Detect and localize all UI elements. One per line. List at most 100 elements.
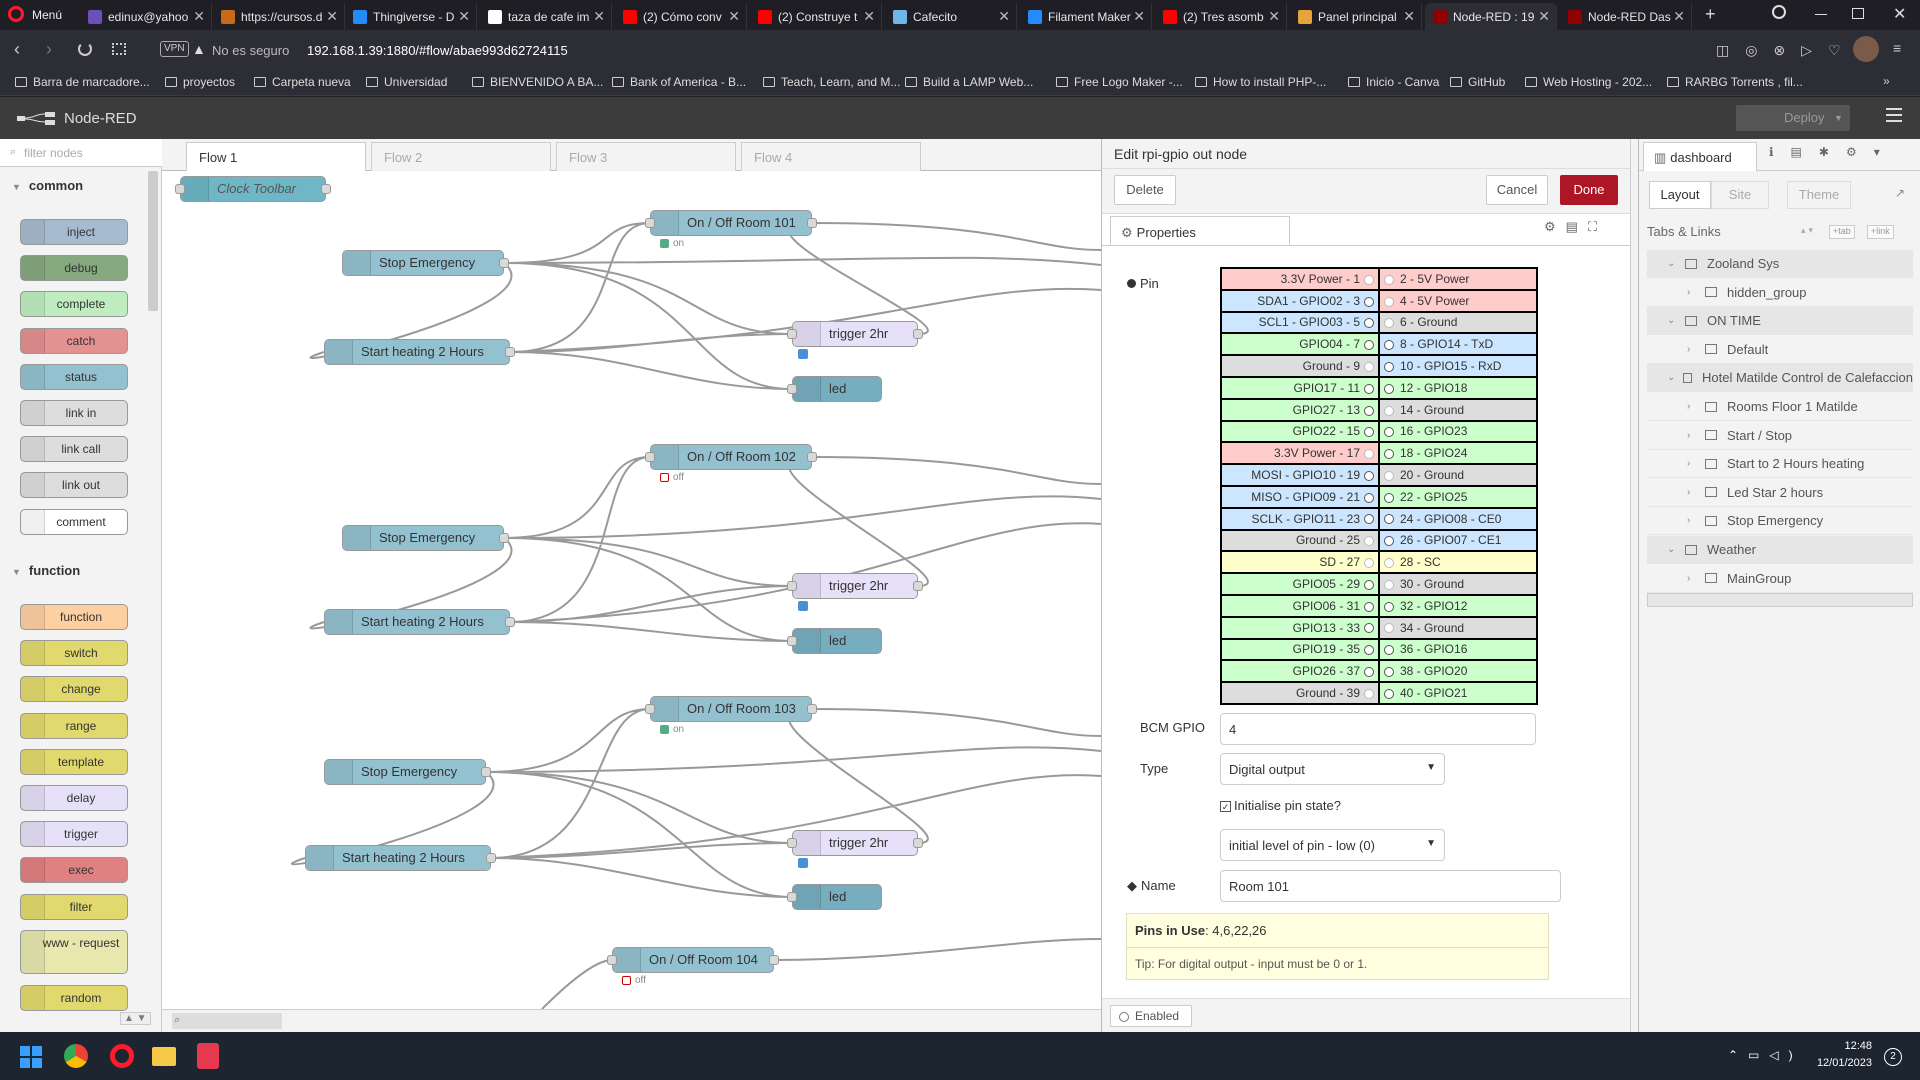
pin-radio-icon[interactable] — [1364, 318, 1374, 329]
url-field[interactable]: 192.168.1.39:1880/#flow/abae993d62724115 — [307, 43, 568, 58]
pin-cell-left[interactable]: GPIO05 - 29 — [1220, 572, 1380, 596]
browser-tab[interactable]: Cafecito ✕ — [885, 3, 1017, 30]
restore-icon[interactable] — [1852, 8, 1864, 19]
tab-close-icon[interactable]: ✕ — [1268, 8, 1280, 25]
addressbar-actions[interactable]: ◫◎⊗▷♡ — [1716, 42, 1857, 59]
palette-category-function[interactable]: ▼ function — [12, 563, 80, 578]
input-port[interactable] — [787, 329, 797, 339]
opera-taskbar-icon[interactable] — [110, 1044, 134, 1068]
start-heating-node[interactable]: Start heating 2 Hours — [324, 609, 515, 635]
pin-cell-left[interactable]: 3.3V Power - 17 — [1220, 441, 1380, 466]
chevron-icon[interactable]: › — [1687, 401, 1697, 412]
chevron-icon[interactable]: › — [1687, 458, 1697, 469]
chrome-taskbar-icon[interactable] — [64, 1044, 88, 1068]
palette-node-link-in[interactable]: link in — [20, 400, 128, 426]
palette-category-common[interactable]: ▼ common — [12, 178, 83, 193]
pin-cell-left[interactable]: GPIO13 - 33 — [1220, 615, 1380, 640]
output-port[interactable] — [481, 767, 491, 777]
pin-cell-left[interactable]: SD - 27 — [1220, 550, 1380, 575]
chevron-icon[interactable]: ⌄ — [1667, 544, 1677, 555]
palette-filter[interactable]: ⌕ filter nodes — [0, 139, 162, 167]
init-level-select[interactable]: initial level of pin - low (0) ▼ — [1220, 829, 1445, 861]
clock-date[interactable]: 12/01/2023 — [1802, 1057, 1872, 1069]
tree-item[interactable]: › Led Star 2 hours — [1647, 479, 1913, 507]
start-heating-node[interactable]: Start heating 2 Hours — [305, 845, 496, 871]
close-window-icon[interactable]: ✕ — [1893, 4, 1906, 24]
flow-workspace[interactable]: Clock Toolbar Stop Emergency Start heating… — [162, 139, 1101, 1009]
palette-node-www---request[interactable]: www - request — [20, 929, 128, 974]
palette-collapse-icons[interactable]: ▲ ▼ — [120, 1012, 151, 1025]
tree-scrollbar[interactable] — [1647, 593, 1913, 607]
sidebar-splitter[interactable] — [1630, 139, 1638, 1032]
tab-flow-3[interactable]: Flow 3 — [556, 142, 736, 171]
pin-cell-left[interactable]: GPIO26 - 37 — [1220, 659, 1380, 684]
opera-logo-icon[interactable] — [8, 6, 24, 22]
pin-cell-right[interactable]: 30 - Ground — [1378, 572, 1538, 596]
tab-flow-4[interactable]: Flow 4 — [741, 142, 921, 171]
chevron-icon[interactable]: ⌄ — [1667, 315, 1677, 326]
palette-node-delay[interactable]: delay — [20, 785, 128, 811]
speed-dial-icon[interactable] — [112, 43, 126, 55]
chevron-icon[interactable]: ⌄ — [1667, 372, 1675, 383]
forward-icon[interactable]: › — [46, 39, 52, 60]
input-port[interactable] — [787, 636, 797, 646]
pin-radio-icon[interactable] — [1364, 340, 1374, 351]
file-explorer-icon[interactable] — [152, 1047, 176, 1066]
type-select[interactable]: Digital output ▼ — [1220, 753, 1445, 785]
pin-cell-right[interactable]: 26 - GPIO07 - CE1 — [1378, 528, 1538, 553]
pin-cell-right[interactable]: 34 - Ground — [1378, 615, 1538, 640]
bookmark-item[interactable]: Bank of America - B... — [612, 75, 746, 89]
output-port[interactable] — [807, 452, 817, 462]
subtab-site[interactable]: Site — [1711, 181, 1769, 209]
chevron-icon[interactable]: › — [1687, 287, 1697, 298]
input-port[interactable] — [645, 704, 655, 714]
output-port[interactable] — [913, 329, 923, 339]
tab-close-icon[interactable]: ✕ — [1538, 8, 1550, 25]
bookmark-item[interactable]: Inicio - Canva — [1348, 75, 1439, 89]
stop-emergency-node[interactable]: Stop Emergency — [324, 759, 491, 785]
done-button[interactable]: Done — [1560, 175, 1618, 205]
trigger-node[interactable]: trigger 2hr — [787, 830, 923, 856]
output-port[interactable] — [769, 955, 779, 965]
pin-cell-right[interactable]: 38 - GPIO20 — [1378, 659, 1538, 684]
bookmark-item[interactable]: Carpeta nueva — [254, 75, 351, 89]
minimize-icon[interactable] — [1815, 14, 1827, 15]
output-port[interactable] — [505, 617, 515, 627]
cancel-button[interactable]: Cancel — [1486, 175, 1548, 205]
palette-node-switch[interactable]: switch — [20, 640, 128, 667]
palette-node-inject[interactable]: inject — [20, 219, 128, 245]
deploy-dropdown-icon[interactable]: ▼ — [1834, 105, 1843, 131]
input-port[interactable] — [787, 384, 797, 394]
palette-node-exec[interactable]: exec — [20, 857, 128, 884]
bookmark-item[interactable]: Free Logo Maker -... — [1056, 75, 1183, 89]
tab-properties[interactable]: ⚙ Properties — [1110, 216, 1290, 246]
pin-cell-right[interactable]: 4 - 5V Power — [1378, 288, 1538, 313]
pin-cell-right[interactable]: 18 - GPIO24 — [1378, 441, 1538, 466]
led-node[interactable]: led — [787, 376, 882, 402]
pin-radio-icon[interactable] — [1384, 383, 1394, 394]
pin-cell-left[interactable]: Ground - 25 — [1220, 528, 1380, 553]
palette-node-filter[interactable]: filter — [20, 893, 128, 920]
pin-radio-icon[interactable] — [1384, 427, 1394, 438]
pin-cell-right[interactable]: 22 - GPIO25 — [1378, 484, 1538, 509]
pin-radio-icon[interactable] — [1364, 514, 1374, 525]
pin-cell-left[interactable]: GPIO17 - 11 — [1220, 375, 1380, 400]
pin-radio-icon[interactable] — [1384, 688, 1394, 699]
output-port[interactable] — [807, 704, 817, 714]
output-port[interactable] — [505, 347, 515, 357]
onoff-room-node[interactable]: On / Off Room 103 — [645, 696, 817, 722]
tab-close-icon[interactable]: ✕ — [998, 8, 1010, 25]
browser-tab[interactable]: Node-RED : 19 ✕ — [1425, 3, 1557, 30]
pin-cell-right[interactable]: 14 - Ground — [1378, 397, 1538, 422]
tab-close-icon[interactable]: ✕ — [593, 8, 605, 25]
pin-radio-icon[interactable] — [1364, 667, 1374, 678]
trigger-node[interactable]: trigger 2hr — [787, 573, 923, 599]
pin-cell-right[interactable]: 2 - 5V Power — [1378, 267, 1538, 291]
tab-dashboard[interactable]: ▥ dashboard — [1643, 142, 1757, 171]
tab-close-icon[interactable]: ✕ — [1673, 8, 1685, 25]
pin-radio-icon[interactable] — [1364, 623, 1374, 634]
tree-item[interactable]: › Default — [1647, 336, 1913, 364]
chevron-icon[interactable]: › — [1687, 344, 1697, 355]
palette-node-catch[interactable]: catch — [20, 327, 128, 354]
pin-cell-right[interactable]: 24 - GPIO08 - CE0 — [1378, 506, 1538, 531]
